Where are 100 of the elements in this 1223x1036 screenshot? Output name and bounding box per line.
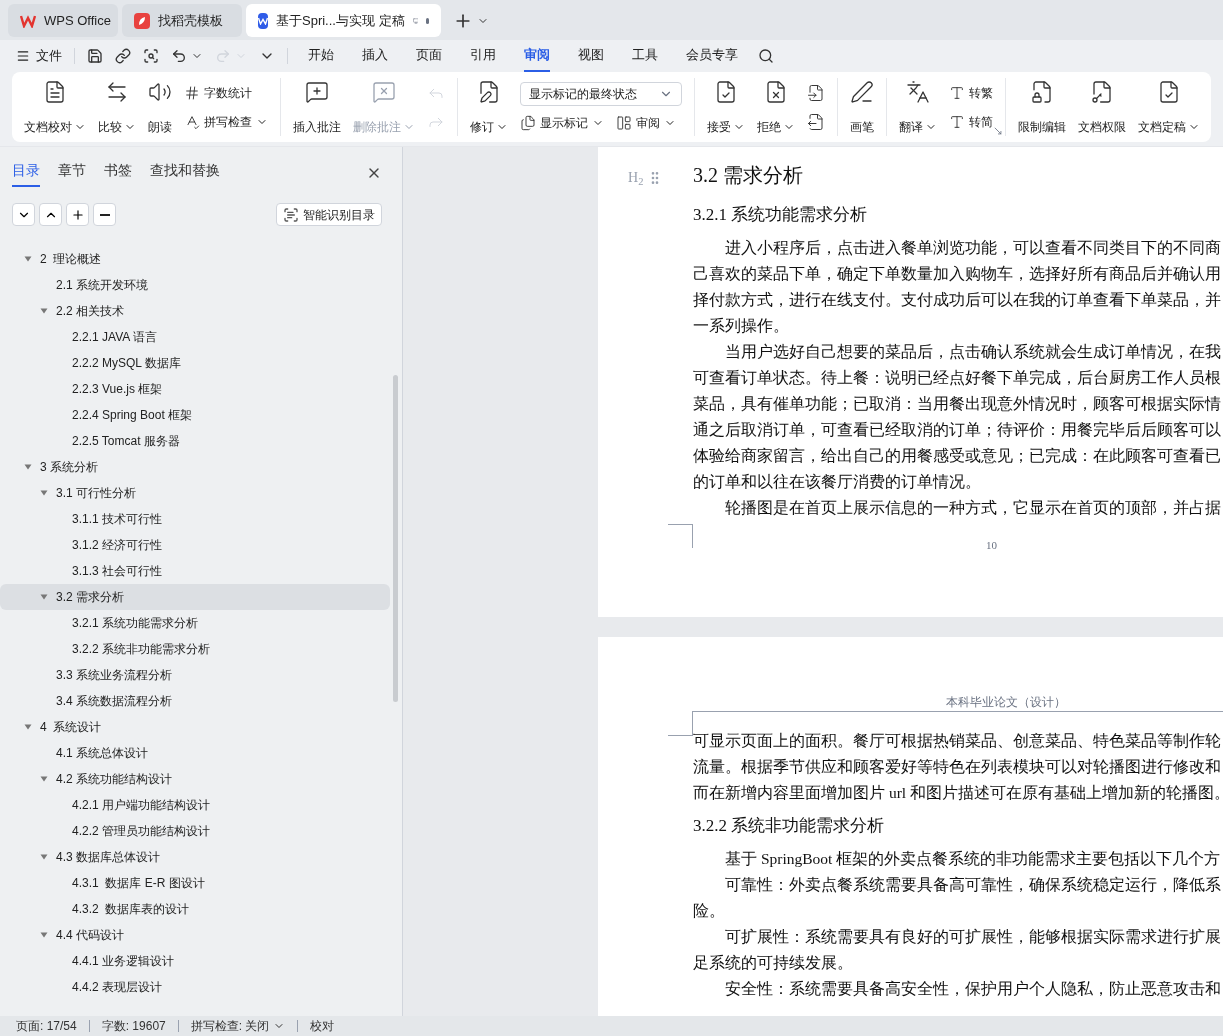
ribbon-tab[interactable]: 引用: [470, 40, 496, 72]
expand-triangle-icon[interactable]: [40, 307, 48, 315]
subsection-heading: 3.2.2 系统非功能需求分析: [693, 815, 886, 838]
ribbon-button[interactable]: 文档校对: [20, 78, 90, 136]
toc-item[interactable]: 3.2 需求分析: [0, 584, 390, 610]
ribbon-button[interactable]: 修订: [466, 78, 512, 136]
toc-item[interactable]: 2.1 系统开发环境: [0, 272, 390, 298]
toc-item[interactable]: 2.2.4 Spring Boot 框架: [0, 402, 390, 428]
link-icon[interactable]: [115, 48, 131, 64]
toc-item[interactable]: 4.3.2 数据库表的设计: [0, 896, 390, 922]
ribbon-small-button[interactable]: 转繁: [949, 83, 993, 102]
paragraph-line: 一系列操作。: [693, 316, 789, 337]
paragraph-line: 体验给商家留言，给出自己的用餐感受或意见；已完成：在此顾客可查看已: [693, 446, 1221, 467]
ribbon-tab[interactable]: 工具: [632, 40, 658, 72]
toc-item[interactable]: 2.2.5 Tomcat 服务器: [0, 428, 390, 454]
toc-item[interactable]: 4.2.2 管理员功能结构设计: [0, 818, 390, 844]
ribbon-button[interactable]: 限制编辑: [1014, 78, 1070, 136]
ribbon-button[interactable]: 文档定稿: [1134, 78, 1204, 136]
minus-icon: [99, 213, 110, 216]
ribbon-button[interactable]: 拒绝: [753, 78, 799, 136]
toc-item[interactable]: 4.3.1 数据库 E-R 图设计: [0, 870, 390, 896]
expand-triangle-icon[interactable]: [40, 489, 48, 497]
documents-icon: [520, 115, 536, 131]
toc-item[interactable]: 3.1.1 技术可行性: [0, 506, 390, 532]
document-arrow-icon[interactable]: [807, 112, 825, 131]
demote-button[interactable]: [93, 203, 116, 226]
toc-item[interactable]: 4.4.1 业务逻辑设计: [0, 948, 390, 974]
ribbon-tab[interactable]: 插入: [362, 40, 388, 72]
toc-item[interactable]: 2.2.2 MySQL 数据库: [0, 350, 390, 376]
toc-item[interactable]: 3.4 系统数据流程分析: [0, 688, 390, 714]
dialog-launcher-icon[interactable]: [993, 126, 1003, 136]
app-tab[interactable]: WPS Office: [8, 4, 118, 37]
status-dropdown[interactable]: 拼写检查: 关闭: [190, 1017, 286, 1035]
document-check-icon: [1157, 80, 1181, 104]
ribbon-button[interactable]: 翻译: [895, 78, 941, 136]
ribbon-tab[interactable]: 页面: [416, 40, 442, 72]
save-icon[interactable]: [87, 48, 103, 64]
expand-button[interactable]: [39, 203, 62, 226]
toc-item[interactable]: 4 系统设计: [0, 714, 390, 740]
toc-item[interactable]: 2.2.1 JAVA 语言: [0, 324, 390, 350]
ribbon-small-button[interactable]: 审阅: [616, 114, 676, 132]
expand-triangle-icon[interactable]: [40, 853, 48, 861]
ribbon-button[interactable]: 画笔: [846, 78, 878, 136]
ribbon-tab[interactable]: 视图: [578, 40, 604, 72]
toc-item[interactable]: 3.3 系统业务流程分析: [0, 662, 390, 688]
comment-x-icon: [372, 80, 396, 104]
toc-item[interactable]: 4.4.2 表现层设计: [0, 974, 390, 1000]
sidebar-tab[interactable]: 查找和替换: [150, 159, 220, 187]
ribbon-button[interactable]: 文档权限: [1074, 78, 1130, 136]
document-arrow-icon[interactable]: [807, 83, 825, 102]
toc-item[interactable]: 3.1.3 社会可行性: [0, 558, 390, 584]
paragraph-line: 基于 SpringBoot 框架的外卖点餐系统的非功能需求主要包括以下几个方: [724, 849, 1221, 870]
document-pen-icon: [477, 80, 501, 104]
expand-triangle-icon[interactable]: [40, 593, 48, 601]
file-menu-button[interactable]: 文件: [16, 46, 74, 66]
toc-item[interactable]: 3.1.2 经济可行性: [0, 532, 390, 558]
toc-item[interactable]: 4.1 系统总体设计: [0, 740, 390, 766]
ribbon-button[interactable]: 比较: [94, 78, 140, 136]
expand-triangle-icon[interactable]: [40, 775, 48, 783]
document-icon: [43, 80, 67, 104]
sidebar-tab[interactable]: 目录: [12, 159, 40, 187]
paragraph-line: 可扩展性：系统需要具有良好的可扩展性，能够根据实际需求进行扩展: [724, 927, 1221, 948]
app-tab[interactable]: 找稻壳模板: [122, 4, 242, 37]
ribbon-small-button[interactable]: 字数统计: [184, 83, 268, 102]
toc-item[interactable]: 2.2.3 Vue.js 框架: [0, 376, 390, 402]
paragraph-line: 菜品，具有催单功能；已取消：当用餐出现意外情况时，顾客可根据实际情: [693, 394, 1221, 415]
toc-item[interactable]: 3.2.2 系统非功能需求分析: [0, 636, 390, 662]
app-tab[interactable]: 基于Spri...与实现 定稿: [246, 4, 441, 37]
toc-item[interactable]: 3 系统分析: [0, 454, 390, 480]
toc-item[interactable]: 4.4 代码设计: [0, 922, 390, 948]
markup-select[interactable]: 显示标记的最终状态: [520, 82, 682, 106]
print-preview-icon[interactable]: [143, 48, 159, 64]
sidebar-tab[interactable]: 章节: [58, 159, 86, 187]
toc-item[interactable]: 3.1 可行性分析: [0, 480, 390, 506]
scrollbar[interactable]: [393, 375, 398, 702]
search-icon[interactable]: [758, 48, 774, 64]
ribbon-small-button[interactable]: 拼写检查: [184, 112, 268, 131]
promote-button[interactable]: [66, 203, 89, 226]
sidebar-tab[interactable]: 书签: [104, 159, 132, 187]
ribbon-button[interactable]: 接受: [703, 78, 749, 136]
ribbon-button[interactable]: 插入批注: [289, 78, 345, 136]
ribbon-button[interactable]: 朗读: [144, 78, 176, 136]
toc-item[interactable]: 4.2.1 用户端功能结构设计: [0, 792, 390, 818]
toc-item[interactable]: 4.3 数据库总体设计: [0, 844, 390, 870]
toc-item[interactable]: 3.2.1 系统功能需求分析: [0, 610, 390, 636]
ribbon-small-button[interactable]: 转简: [949, 112, 993, 131]
expand-triangle-icon[interactable]: [24, 723, 32, 731]
smart-toc-button[interactable]: 智能识别目录: [276, 203, 382, 226]
expand-triangle-icon[interactable]: [24, 255, 32, 263]
collapse-button[interactable]: [12, 203, 35, 226]
paragraph-line: 可显示页面上的面积。餐厅可根据热销菜品、创意菜品、特色菜品等制作轮: [693, 731, 1221, 752]
ribbon-tab[interactable]: 会员专享: [686, 40, 738, 72]
toc-item[interactable]: 2.2 相关技术: [0, 298, 390, 324]
expand-triangle-icon[interactable]: [40, 931, 48, 939]
toc-item[interactable]: 2 理论概述: [0, 246, 390, 272]
ribbon-tab[interactable]: 开始: [308, 40, 334, 72]
undo-icon[interactable]: [171, 48, 187, 64]
ribbon-small-button[interactable]: 显示标记: [520, 114, 604, 132]
toc-item[interactable]: 4.2 系统功能结构设计: [0, 766, 390, 792]
expand-triangle-icon[interactable]: [24, 463, 32, 471]
